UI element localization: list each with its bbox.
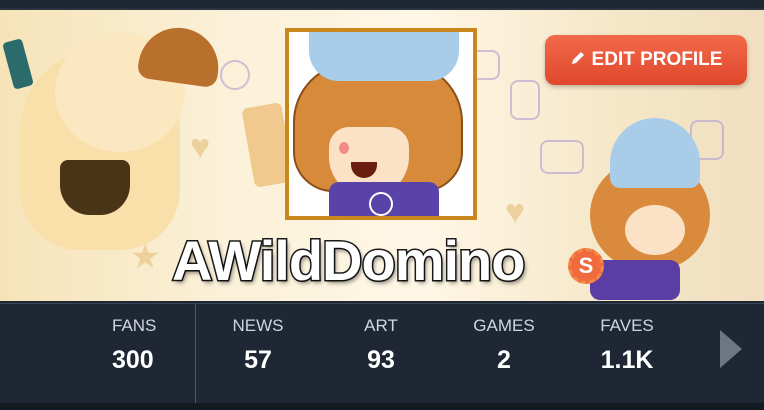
heart-icon: ♥ (505, 193, 526, 231)
banner-character-left-hat (136, 22, 224, 89)
stat-value: 1.1K (600, 346, 654, 374)
pencil-icon (570, 50, 586, 71)
stat-value: 2 (497, 346, 511, 374)
doodle-decoration (540, 140, 584, 174)
stat-label: GAMES (473, 316, 535, 335)
stat-games[interactable]: GAMES 2 (442, 304, 566, 403)
banner-character-right-face (625, 205, 685, 255)
phone-illustration (2, 38, 34, 90)
stat-faves[interactable]: FAVES 1.1K (566, 304, 688, 403)
stat-value: 93 (367, 346, 395, 374)
avatar-shirt-logo (369, 192, 393, 216)
heart-icon: ♥ (190, 128, 211, 166)
stat-news[interactable]: NEWS 57 (196, 304, 320, 403)
profile-header: ♥ ★ ♥ EDIT PROFILE AWildDomino S FANS 30… (0, 0, 764, 410)
profile-stats-bar: FANS 300 NEWS 57 ART 93 GAMES 2 FAVES 1.… (0, 303, 764, 403)
supporter-badge-icon[interactable]: S (568, 248, 604, 284)
stat-art[interactable]: ART 93 (320, 304, 442, 403)
doodle-decoration (510, 80, 540, 120)
stat-fans[interactable]: FANS 300 (0, 304, 196, 403)
user-avatar[interactable] (285, 28, 477, 220)
bottom-divider (0, 403, 764, 410)
stat-value: 57 (244, 346, 272, 374)
edit-profile-label: EDIT PROFILE (591, 49, 723, 70)
stat-label: FAVES (600, 316, 654, 335)
banner-character-left-skirt (60, 160, 130, 215)
banner-character-right-hat (610, 118, 700, 188)
stat-label: NEWS (232, 316, 284, 335)
stat-label: ART (364, 316, 398, 335)
edit-profile-button[interactable]: EDIT PROFILE (545, 35, 747, 85)
profile-username: AWildDomino (170, 228, 526, 294)
doodle-decoration (220, 60, 250, 90)
stat-value: 300 (112, 346, 154, 374)
avatar-blush (339, 142, 349, 154)
chevron-right-icon (720, 330, 742, 368)
stat-label: FANS (112, 316, 157, 335)
avatar-hat (309, 32, 459, 81)
next-stats-button[interactable] (716, 326, 746, 372)
